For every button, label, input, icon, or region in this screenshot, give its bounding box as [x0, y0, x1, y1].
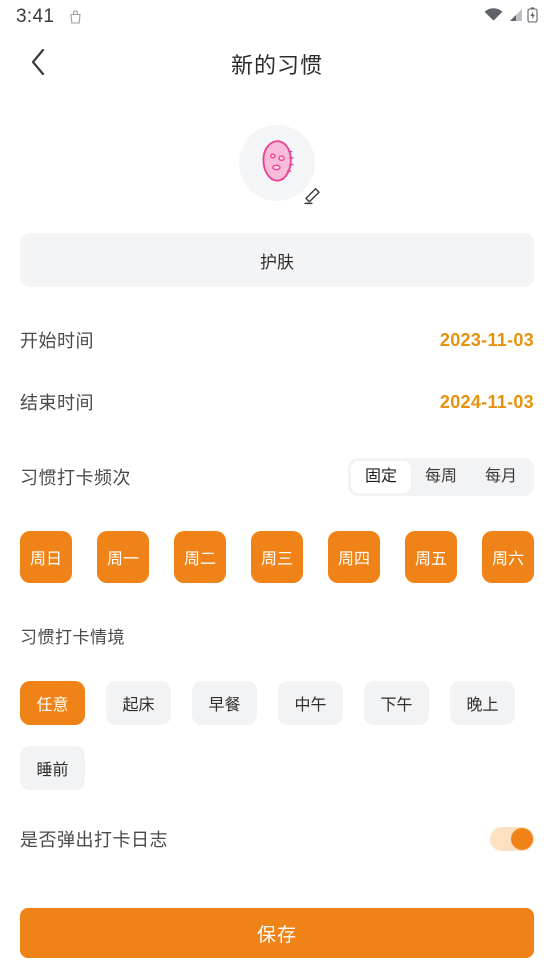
popup-log-label: 是否弹出打卡日志 — [20, 830, 168, 850]
popup-log-row: 是否弹出打卡日志 — [20, 822, 534, 856]
nav-bar: 新的习惯 — [0, 34, 554, 94]
wifi-icon — [484, 7, 503, 27]
context-selector: 任意 起床 早餐 中午 下午 晚上 睡前 — [20, 681, 534, 790]
context-section-label: 习惯打卡情境 — [20, 628, 125, 647]
weekday-chip-saturday[interactable]: 周六 — [482, 531, 534, 583]
weekday-chip-monday[interactable]: 周一 — [97, 531, 149, 583]
weekday-selector: 周日 周一 周二 周三 周四 周五 周六 — [20, 531, 534, 583]
habit-name-value: 护肤 — [260, 252, 294, 272]
end-date-row[interactable]: 结束时间 2024-11-03 — [20, 385, 534, 419]
context-chip-evening[interactable]: 晚上 — [450, 681, 515, 725]
context-chip-breakfast[interactable]: 早餐 — [192, 681, 257, 725]
frequency-option-weekly[interactable]: 每周 — [411, 461, 471, 493]
chevron-left-icon — [30, 48, 46, 81]
frequency-option-fixed[interactable]: 固定 — [350, 461, 411, 493]
habit-name-input[interactable]: 护肤 — [20, 233, 534, 287]
context-chip-any[interactable]: 任意 — [20, 681, 85, 725]
weekday-chip-tuesday[interactable]: 周二 — [174, 531, 226, 583]
status-bar: 3:41 — [0, 0, 554, 34]
save-button[interactable]: 保存 — [20, 908, 534, 958]
context-chip-bedtime[interactable]: 睡前 — [20, 746, 85, 790]
popup-log-toggle[interactable] — [490, 827, 534, 851]
weekday-chip-friday[interactable]: 周五 — [405, 531, 457, 583]
weekday-chip-sunday[interactable]: 周日 — [20, 531, 72, 583]
frequency-row: 习惯打卡频次 固定 每周 每月 — [20, 458, 534, 496]
end-date-value[interactable]: 2024-11-03 — [440, 392, 534, 413]
start-date-value[interactable]: 2023-11-03 — [440, 330, 534, 351]
shopping-bag-icon — [68, 9, 83, 25]
toggle-knob — [511, 828, 533, 850]
context-chip-wakeup[interactable]: 起床 — [106, 681, 171, 725]
start-date-row[interactable]: 开始时间 2023-11-03 — [20, 323, 534, 357]
habit-avatar[interactable] — [239, 125, 320, 204]
context-chip-noon[interactable]: 中午 — [278, 681, 343, 725]
new-habit-screen: 3:41 新的习惯 护肤 开始时间 2023-11-03 结束时间 2024-1… — [0, 0, 554, 978]
weekday-chip-wednesday[interactable]: 周三 — [251, 531, 303, 583]
context-chip-afternoon[interactable]: 下午 — [364, 681, 429, 725]
edit-avatar-button[interactable] — [301, 187, 323, 209]
weekday-chip-thursday[interactable]: 周四 — [328, 531, 380, 583]
frequency-label: 习惯打卡频次 — [20, 468, 131, 488]
frequency-segmented-control[interactable]: 固定 每周 每月 — [347, 458, 534, 496]
end-date-label: 结束时间 — [20, 393, 94, 413]
frequency-option-monthly[interactable]: 每月 — [471, 461, 531, 493]
back-button[interactable] — [18, 44, 58, 84]
page-title: 新的习惯 — [230, 53, 323, 78]
pencil-icon — [302, 186, 322, 211]
battery-charging-icon — [527, 6, 538, 28]
start-date-label: 开始时间 — [20, 331, 94, 351]
face-mask-icon — [257, 138, 297, 189]
status-time: 3:41 — [16, 6, 55, 27]
status-icons — [484, 6, 538, 28]
cellular-signal-icon — [507, 8, 523, 27]
